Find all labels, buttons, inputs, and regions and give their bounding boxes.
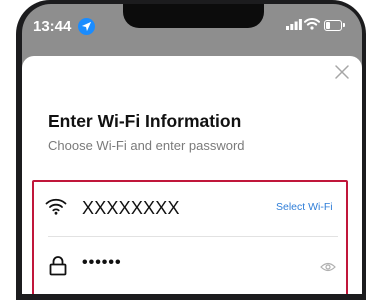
location-arrow-icon (78, 18, 95, 35)
status-time: 13:44 (33, 18, 72, 35)
eye-icon[interactable] (320, 262, 336, 272)
wifi-form: XXXXXXXX Select Wi-Fi •••••• (32, 180, 348, 294)
phone-screen: 13:44 Enter Wi-Fi Information Choose Wi-… (22, 4, 362, 294)
wifi-ssid-value[interactable]: XXXXXXXX (82, 197, 180, 219)
dialog-title: Enter Wi-Fi Information (48, 111, 242, 131)
battery-cap (343, 23, 345, 27)
password-row[interactable]: •••••• (34, 237, 346, 294)
close-icon[interactable] (332, 62, 352, 82)
wifi-icon (45, 198, 67, 215)
wifi-dialog: Enter Wi-Fi Information Choose Wi-Fi and… (22, 56, 362, 294)
select-wifi-link[interactable]: Select Wi-Fi (276, 201, 333, 213)
wifi-network-row[interactable]: XXXXXXXX Select Wi-Fi (34, 182, 346, 236)
wifi-status-icon (304, 17, 320, 30)
notch (123, 4, 264, 28)
password-field[interactable]: •••••• (82, 253, 122, 273)
dialog-subtitle: Choose Wi-Fi and enter password (48, 138, 245, 153)
cellular-signal-icon (286, 19, 302, 30)
lock-icon (49, 256, 67, 276)
battery-level (326, 22, 330, 29)
battery-icon (324, 20, 342, 31)
